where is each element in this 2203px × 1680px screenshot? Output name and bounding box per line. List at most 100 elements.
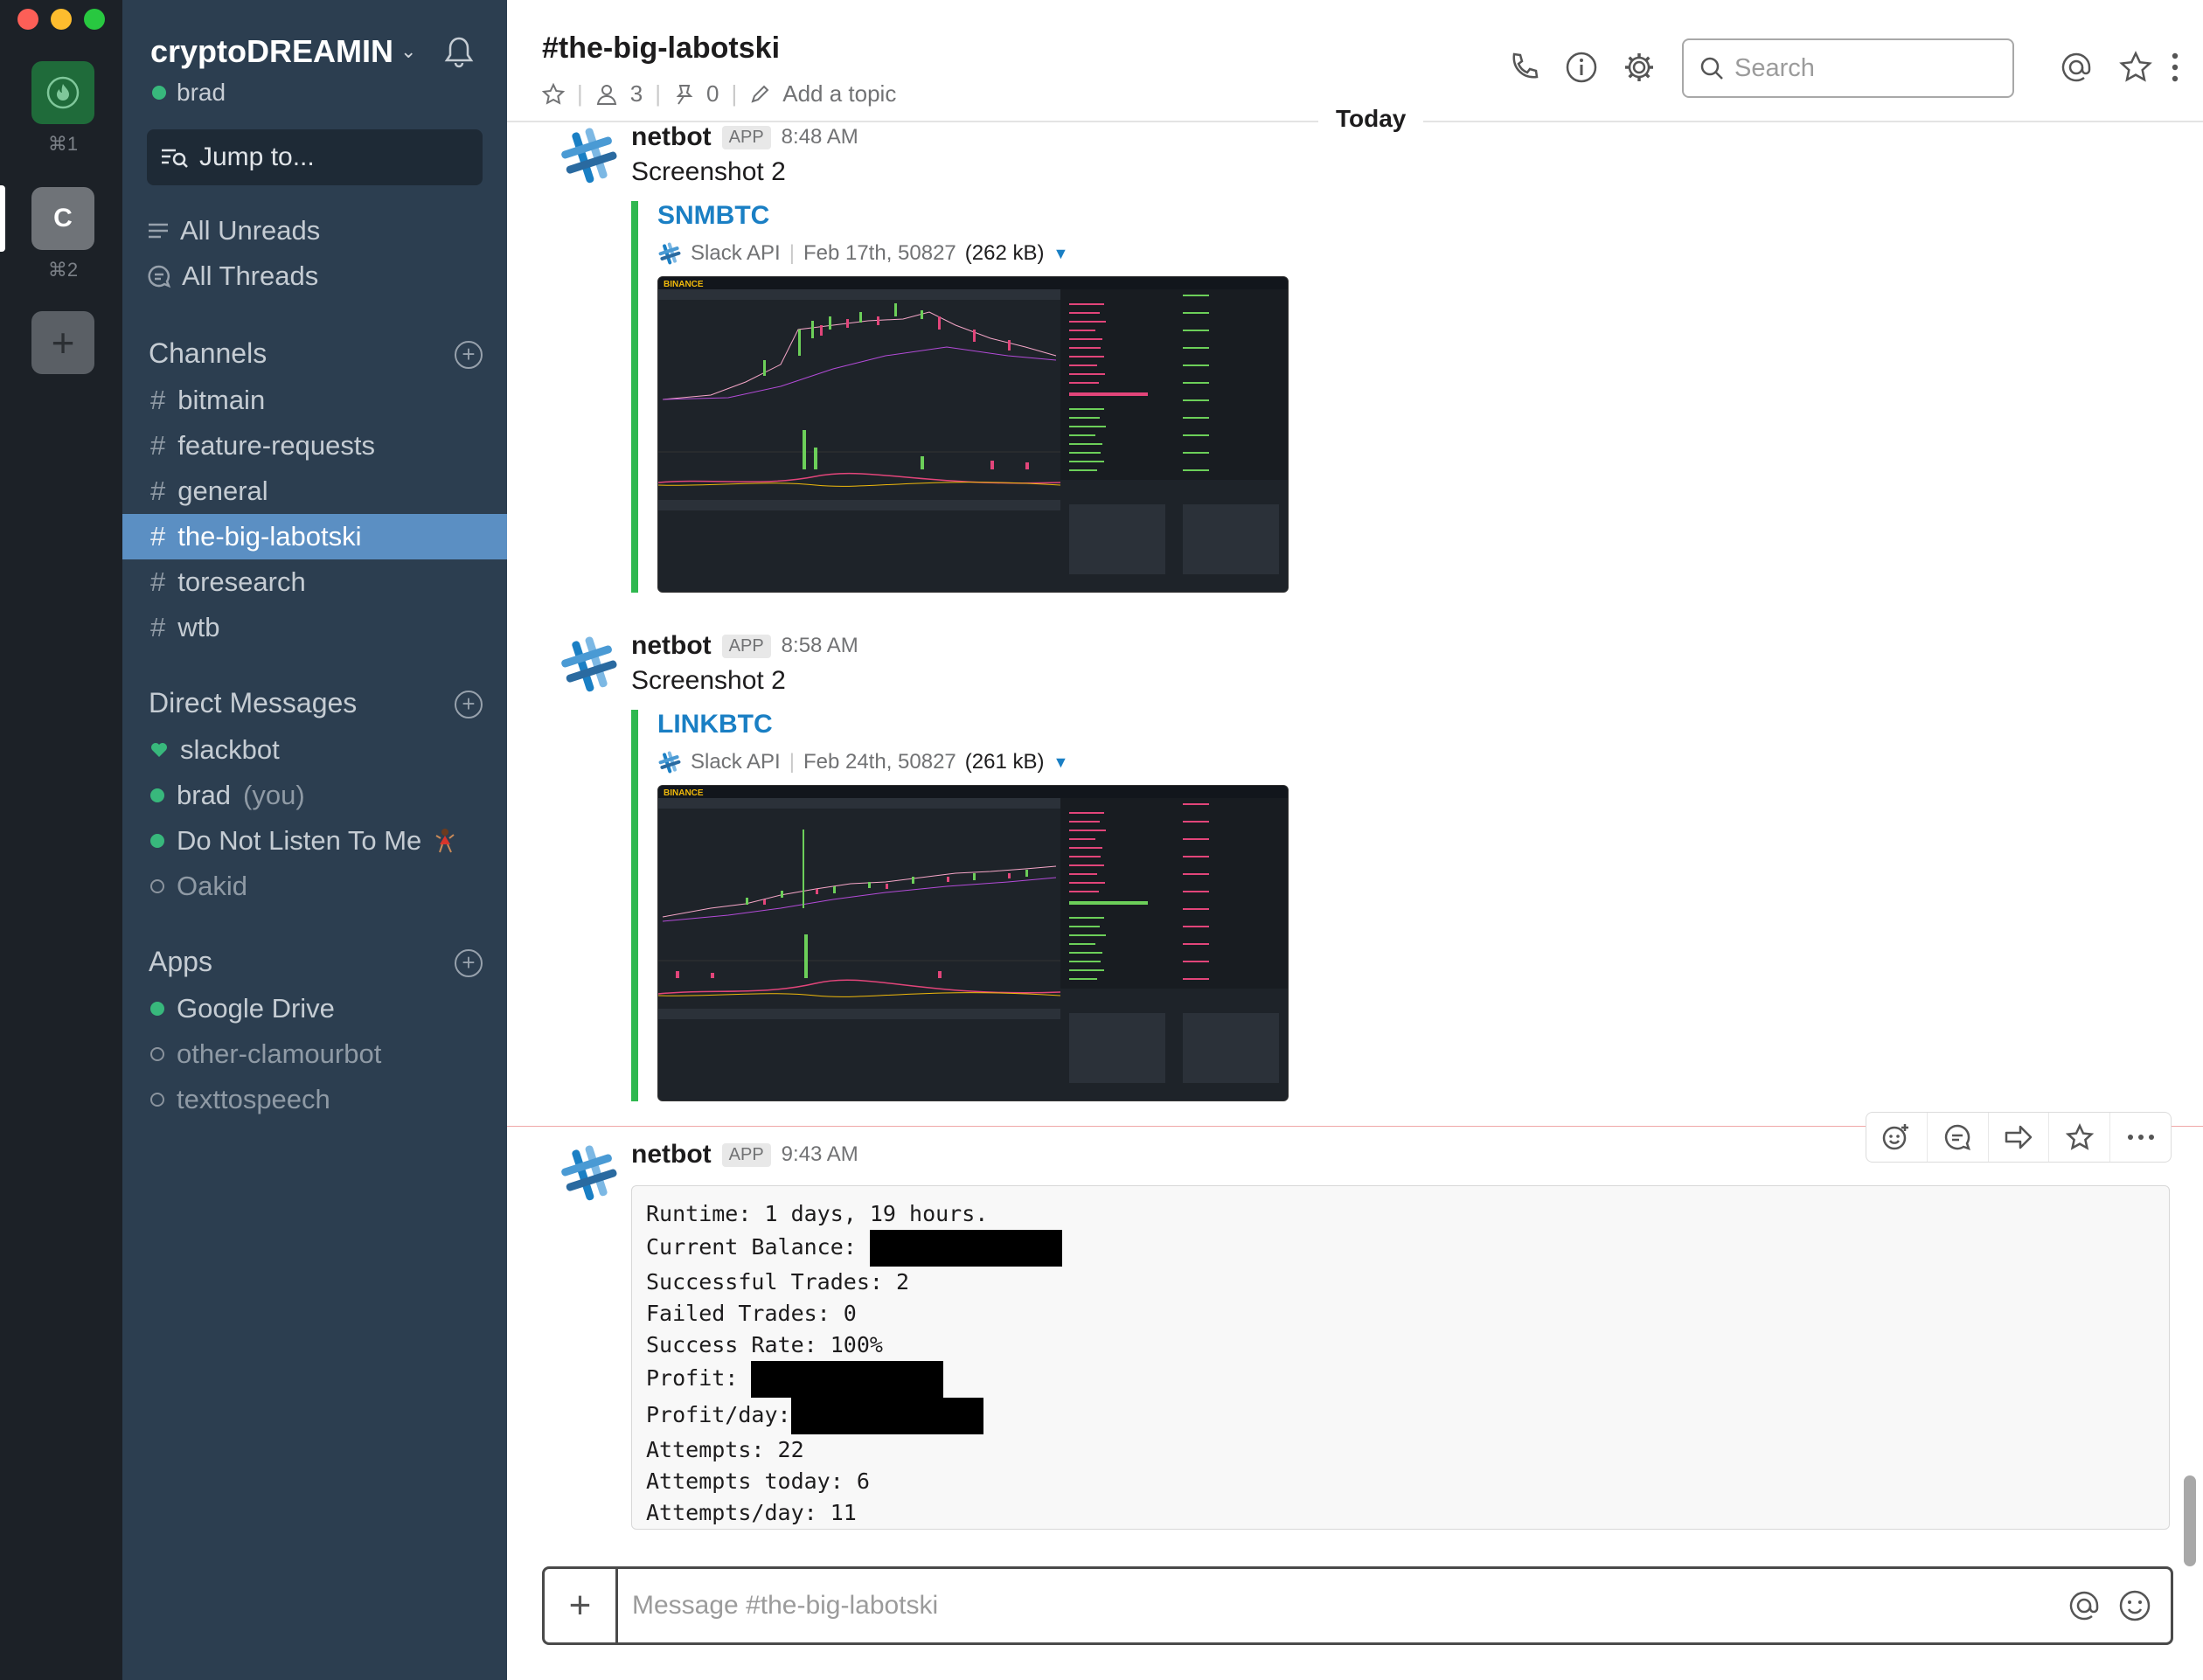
message: netbot APP 9:43 AM Runtime: 1 days, 19 h… xyxy=(507,1140,2203,1542)
online-status-icon xyxy=(150,1002,164,1016)
message-time[interactable]: 8:58 AM xyxy=(782,634,858,658)
close-window-button[interactable] xyxy=(17,9,38,30)
search-icon xyxy=(1700,57,1723,80)
direct-messages-section-title[interactable]: Direct Messages xyxy=(149,687,357,719)
all-threads-link[interactable]: All Threads xyxy=(147,260,318,292)
hash-icon: # xyxy=(150,566,166,597)
pencil-icon[interactable] xyxy=(749,84,770,105)
starred-items-icon[interactable] xyxy=(2119,51,2152,84)
maximize-window-button[interactable] xyxy=(84,9,105,30)
sidebar-item-bitmain[interactable]: # bitmain xyxy=(122,378,507,423)
message-author[interactable]: netbot xyxy=(631,122,712,152)
sidebar-item-slackbot[interactable]: slackbot xyxy=(122,727,507,773)
redacted-block xyxy=(751,1361,944,1398)
channel-view: #the-big-labotski | 3 | 0 | Add a topic … xyxy=(507,0,2203,1680)
attach-file-button[interactable]: + xyxy=(545,1569,618,1642)
caret-down-icon[interactable]: ▼ xyxy=(1053,753,1068,772)
message-author[interactable]: netbot xyxy=(631,1140,712,1170)
sidebar-item-brad[interactable]: brad (you) xyxy=(122,773,507,818)
hash-icon: # xyxy=(150,430,166,461)
app-badge: APP xyxy=(721,634,771,658)
message-text: Screenshot 2 xyxy=(631,666,786,695)
pin-icon[interactable] xyxy=(673,83,694,106)
jump-to-button[interactable]: Jump to... xyxy=(147,129,483,185)
sidebar-item-the-big-labotski[interactable]: # the-big-labotski xyxy=(122,514,507,559)
dm-name: slackbot xyxy=(180,734,280,765)
sidebar-item-google-drive[interactable]: Google Drive xyxy=(122,986,507,1031)
attachment-title[interactable]: SNMBTC xyxy=(657,201,1289,231)
add-channel-button[interactable]: + xyxy=(455,341,483,369)
binance-logo-text: BINANCE xyxy=(664,280,704,289)
fire-icon xyxy=(46,76,80,109)
sidebar-item-wtb[interactable]: # wtb xyxy=(122,605,507,650)
add-dm-button[interactable]: + xyxy=(455,691,483,719)
netbot-avatar[interactable] xyxy=(558,124,621,187)
more-menu-icon[interactable] xyxy=(2168,51,2182,84)
emoji-icon[interactable] xyxy=(2118,1589,2151,1622)
caret-down-icon[interactable]: ▼ xyxy=(1053,245,1068,263)
code-line: Successful Trades: 2 xyxy=(646,1269,910,1295)
team-c-button[interactable]: C xyxy=(31,187,94,250)
trading-screenshot-image[interactable]: BINANCE xyxy=(657,276,1289,593)
team-crypto-button[interactable] xyxy=(31,61,94,124)
trading-screenshot-image[interactable]: BINANCE xyxy=(657,785,1289,1101)
attachment-title[interactable]: LINKBTC xyxy=(657,710,1289,739)
channel-name: toresearch xyxy=(177,566,306,597)
members-icon[interactable] xyxy=(595,83,618,106)
quick-switcher-icon xyxy=(162,149,188,168)
message-time[interactable]: 8:48 AM xyxy=(782,125,858,149)
search-input[interactable]: Search xyxy=(1682,38,2014,98)
mentions-icon[interactable] xyxy=(2060,51,2093,84)
sidebar-item-feature-requests[interactable]: # feature-requests xyxy=(122,423,507,469)
pin-count[interactable]: 0 xyxy=(706,80,719,108)
mention-icon[interactable] xyxy=(2067,1589,2101,1622)
all-unreads-label: All Unreads xyxy=(180,215,321,246)
meta-separator: | xyxy=(731,80,738,107)
online-status-icon xyxy=(150,788,164,802)
message-time[interactable]: 9:43 AM xyxy=(782,1142,858,1167)
member-count[interactable]: 3 xyxy=(630,80,643,108)
info-icon[interactable] xyxy=(1565,51,1598,84)
channel-name: the-big-labotski xyxy=(177,521,362,552)
add-topic-link[interactable]: Add a topic xyxy=(782,80,896,108)
apps-section-title[interactable]: Apps xyxy=(149,946,212,978)
netbot-avatar[interactable] xyxy=(558,633,621,696)
message-input[interactable]: Message #the-big-labotski xyxy=(618,1591,2067,1621)
sidebar-item-general[interactable]: # general xyxy=(122,469,507,514)
bell-icon[interactable] xyxy=(442,35,476,70)
message-scrollbar[interactable] xyxy=(2184,1475,2196,1566)
dancer-emoji-icon xyxy=(435,829,455,853)
search-placeholder: Search xyxy=(1734,53,1815,82)
code-line: Attempts today: 6 xyxy=(646,1468,870,1494)
sidebar-item-texttospeech[interactable]: texttospeech xyxy=(122,1077,507,1122)
channel-name: feature-requests xyxy=(177,430,375,461)
message: netbot APP 8:48 AM Screenshot 2 SNMBTC S… xyxy=(507,122,2203,612)
channels-section-title[interactable]: Channels xyxy=(149,337,267,370)
channel-title[interactable]: #the-big-labotski xyxy=(542,31,780,66)
message-header: netbot APP 9:43 AM xyxy=(631,1140,858,1170)
all-unreads-link[interactable]: All Unreads xyxy=(147,215,320,246)
sidebar-item-other-clamourbot[interactable]: other-clamourbot xyxy=(122,1031,507,1077)
workspace-name[interactable]: cryptoDREAMIN xyxy=(150,33,393,70)
offline-status-icon xyxy=(150,1093,164,1107)
meta-separator: | xyxy=(789,241,795,265)
slack-window: ⌘1 C ⌘2 + cryptoDREAMIN ⌄ brad Jump to..… xyxy=(0,0,2203,1680)
unreads-icon xyxy=(149,223,168,239)
message-author[interactable]: netbot xyxy=(631,631,712,661)
sidebar-item-do-not-listen-to-me[interactable]: Do Not Listen To Me xyxy=(122,818,507,864)
profit-label: Profit: xyxy=(646,1365,739,1391)
balance-label: Current Balance: xyxy=(646,1234,857,1260)
dm-name: Do Not Listen To Me xyxy=(177,825,422,856)
minimize-window-button[interactable] xyxy=(51,9,72,30)
phone-icon[interactable] xyxy=(1507,51,1540,84)
sidebar-item-toresearch[interactable]: # toresearch xyxy=(122,559,507,605)
chevron-down-icon[interactable]: ⌄ xyxy=(400,40,416,63)
current-user[interactable]: brad xyxy=(152,79,226,107)
star-icon[interactable] xyxy=(542,82,565,106)
netbot-avatar[interactable] xyxy=(558,1142,621,1204)
add-app-button[interactable]: + xyxy=(455,949,483,977)
add-team-button[interactable]: + xyxy=(31,311,94,374)
team-switcher: ⌘1 C ⌘2 + xyxy=(0,0,122,1680)
sidebar-item-oakid[interactable]: Oakid xyxy=(122,864,507,909)
gear-icon[interactable] xyxy=(1623,51,1656,84)
